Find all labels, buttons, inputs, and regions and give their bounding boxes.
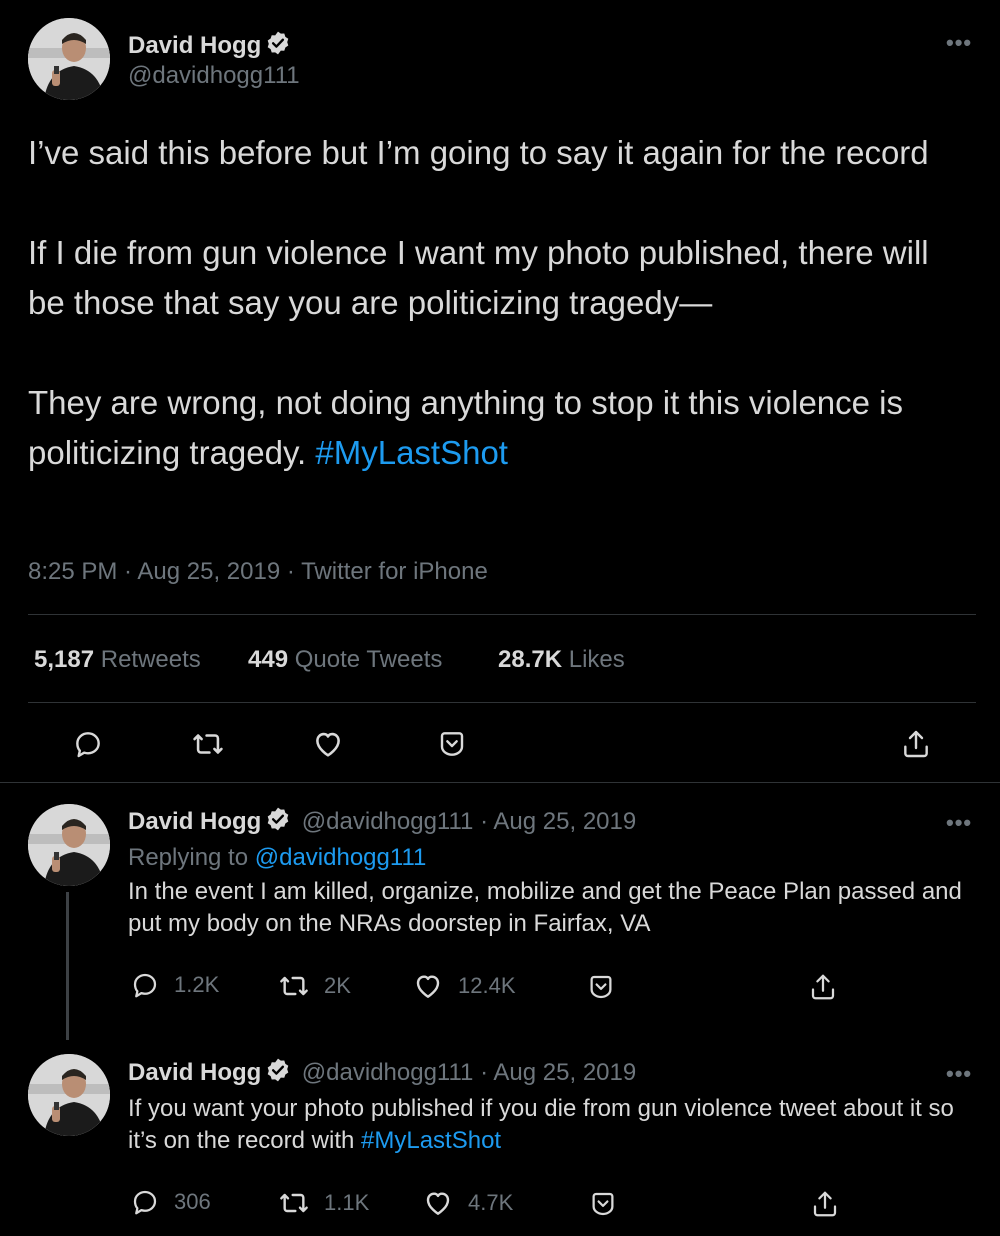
quotes-count: 449 (248, 646, 289, 673)
tweet-text: I’ve said this before but I’m going to s… (28, 128, 968, 478)
author-name-text[interactable]: David Hogg (128, 32, 261, 59)
like-icon (426, 1192, 450, 1215)
replying-to-label: Replying to (128, 844, 249, 871)
reply-2-text-block: If you want your photo published if you … (128, 1093, 978, 1157)
verified-badge-icon (265, 30, 291, 63)
reply-2-retweets-count: 1.1K (324, 1190, 370, 1215)
tweet-paragraph-3: They are wrong, not doing anything to st… (28, 378, 968, 478)
author-avatar[interactable] (28, 18, 110, 100)
bookmark-icon (440, 732, 464, 756)
reply-1-author-name[interactable]: David Hogg (128, 808, 261, 835)
likes-count: 28.7K (498, 646, 563, 673)
like-icon (316, 732, 340, 757)
bookmark-icon (590, 975, 612, 999)
tweet-paragraph-2: If I die from gun violence I want my pho… (28, 234, 929, 321)
reply-1-handle-date[interactable]: @davidhogg111 · Aug 25, 2019 (302, 808, 636, 835)
retweets-stat[interactable]: 5,187 Retweets (34, 646, 201, 674)
thread-line (66, 892, 69, 1040)
reply-1-likes-count: 12.4K (458, 973, 516, 998)
reply-2-reply-button[interactable]: 306 (130, 1187, 211, 1217)
reply-2-likes-count: 4.7K (468, 1190, 514, 1215)
more-icon[interactable]: ••• (946, 30, 972, 56)
reply-1-bookmark-button[interactable] (584, 970, 618, 1004)
reply-2-author-name[interactable]: David Hogg (128, 1059, 261, 1086)
bookmark-button[interactable] (432, 724, 472, 764)
reply-1-text: In the event I am killed, organize, mobi… (128, 878, 962, 937)
share-icon (904, 730, 928, 758)
divider (0, 782, 1000, 783)
reply-1-reply-button[interactable]: 1.2K (130, 970, 219, 1000)
reply-icon (76, 732, 100, 758)
reply-2-header: David Hogg @davidhogg111 · Aug 25, 2019 (128, 1057, 636, 1088)
reply-2-replies-count: 306 (174, 1189, 211, 1214)
retweet-icon (280, 1193, 308, 1213)
retweet-icon (280, 976, 308, 996)
bookmark-icon (592, 1192, 614, 1216)
reply-1-replies-count: 1.2K (174, 972, 220, 997)
likes-stat[interactable]: 28.7K Likes (498, 646, 625, 674)
retweets-label: Retweets (100, 646, 201, 673)
reply-1-retweet-button[interactable]: 2K (278, 970, 351, 1002)
likes-label: Likes (568, 646, 625, 673)
reply-1-like-button[interactable]: 12.4K (412, 970, 516, 1002)
reply-2-share-button[interactable] (808, 1187, 842, 1221)
retweet-button[interactable] (188, 724, 228, 764)
reply-1-avatar[interactable] (28, 804, 110, 886)
verified-badge-icon (265, 1057, 291, 1088)
tweet-paragraph-1: I’ve said this before but I’m going to s… (28, 134, 929, 171)
share-icon (811, 974, 835, 1000)
reply-1-share-button[interactable] (806, 970, 840, 1004)
reply-2-retweet-button[interactable]: 1.1K (278, 1187, 369, 1219)
more-icon[interactable]: ••• (946, 1061, 972, 1087)
quotes-label: Quote Tweets (294, 646, 443, 673)
quote-tweets-stat[interactable]: 449 Quote Tweets (248, 646, 442, 674)
reply-2-bookmark-button[interactable] (586, 1187, 620, 1221)
reply-button[interactable] (68, 724, 108, 764)
retweets-count: 5,187 (34, 646, 95, 673)
like-icon (416, 975, 440, 998)
reply-1-retweets-count: 2K (324, 973, 351, 998)
reply-2-text: If you want your photo published if you … (128, 1095, 954, 1154)
replying-to-handle[interactable]: @davidhogg111 (255, 844, 427, 871)
share-button[interactable] (896, 724, 936, 764)
share-icon (813, 1191, 837, 1217)
replying-to: Replying to @davidhogg111 (128, 844, 426, 872)
divider (28, 702, 976, 703)
author-handle[interactable]: @davidhogg111 (128, 62, 300, 90)
author-name[interactable]: David Hogg (128, 30, 291, 63)
reply-2-handle-date[interactable]: @davidhogg111 · Aug 25, 2019 (302, 1059, 636, 1086)
tweet-timestamp[interactable]: 8:25 PM · Aug 25, 2019 · Twitter for iPh… (28, 558, 488, 586)
like-button[interactable] (308, 724, 348, 764)
hashtag-link[interactable]: #MyLastShot (361, 1127, 501, 1154)
reply-1-header: David Hogg @davidhogg111 · Aug 25, 2019 (128, 806, 636, 837)
reply-2-like-button[interactable]: 4.7K (422, 1187, 513, 1219)
more-icon[interactable]: ••• (946, 810, 972, 836)
retweet-icon (193, 734, 223, 754)
divider (28, 614, 976, 615)
reply-icon (133, 973, 157, 998)
reply-2-avatar[interactable] (28, 1054, 110, 1136)
verified-badge-icon (265, 806, 291, 837)
reply-icon (133, 1190, 157, 1215)
hashtag-link[interactable]: #MyLastShot (315, 434, 508, 471)
